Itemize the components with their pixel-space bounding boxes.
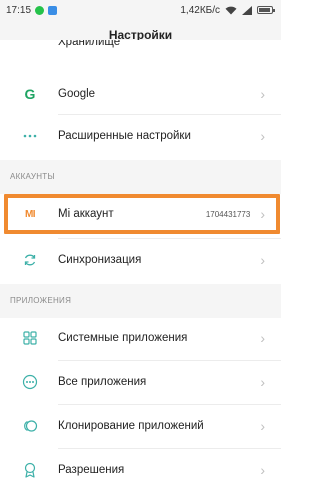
advanced-settings-row[interactable]: Расширенные настройки ›: [0, 116, 281, 156]
google-row[interactable]: G Google ›: [0, 74, 281, 114]
wifi-icon: [225, 6, 237, 14]
network-speed: 1,42КБ/с: [180, 4, 220, 16]
app-notification-icon: [48, 5, 58, 15]
system-apps-row[interactable]: Системные приложения ›: [0, 318, 281, 358]
section-header-accounts: АККАУНТЫ: [0, 160, 281, 194]
system-apps-label: Системные приложения: [58, 332, 188, 344]
chevron-right-icon: ›: [260, 462, 265, 478]
chevron-right-icon: ›: [260, 128, 265, 144]
google-label: Google: [58, 88, 96, 100]
permissions-row[interactable]: Разрешения ›: [0, 450, 281, 490]
status-bar: 17:15 1,42КБ/с: [0, 0, 281, 20]
chevron-right-icon: ›: [260, 86, 265, 102]
whatsapp-icon: [35, 5, 45, 15]
grid-icon: [22, 330, 38, 346]
sync-row[interactable]: Синхронизация ›: [0, 240, 281, 280]
sync-icon: [22, 252, 38, 268]
status-time: 17:15: [6, 4, 32, 16]
section-header-apps: ПРИЛОЖЕНИЯ: [0, 284, 281, 318]
permissions-icon: [22, 462, 38, 478]
chevron-right-icon: ›: [260, 418, 265, 434]
page-title-overlay: [0, 20, 281, 50]
all-apps-row[interactable]: Все приложения ›: [0, 362, 281, 402]
highlight-frame: [4, 194, 280, 234]
sync-label: Синхронизация: [58, 254, 142, 266]
signal-icon: [242, 5, 252, 15]
apps-dots-icon: [22, 374, 38, 390]
clone-apps-label: Клонирование приложений: [58, 420, 204, 432]
more-dots-icon: [22, 128, 38, 144]
clone-icon: [22, 418, 38, 434]
chevron-right-icon: ›: [260, 252, 265, 268]
advanced-settings-label: Расширенные настройки: [58, 130, 191, 142]
clone-apps-row[interactable]: Клонирование приложений ›: [0, 406, 281, 446]
all-apps-label: Все приложения: [58, 376, 147, 388]
chevron-right-icon: ›: [260, 374, 265, 390]
permissions-label: Разрешения: [58, 464, 125, 476]
google-icon: G: [24, 86, 36, 102]
next-row-partial[interactable]: [0, 492, 281, 500]
battery-icon: [257, 6, 275, 14]
chevron-right-icon: ›: [260, 330, 265, 346]
